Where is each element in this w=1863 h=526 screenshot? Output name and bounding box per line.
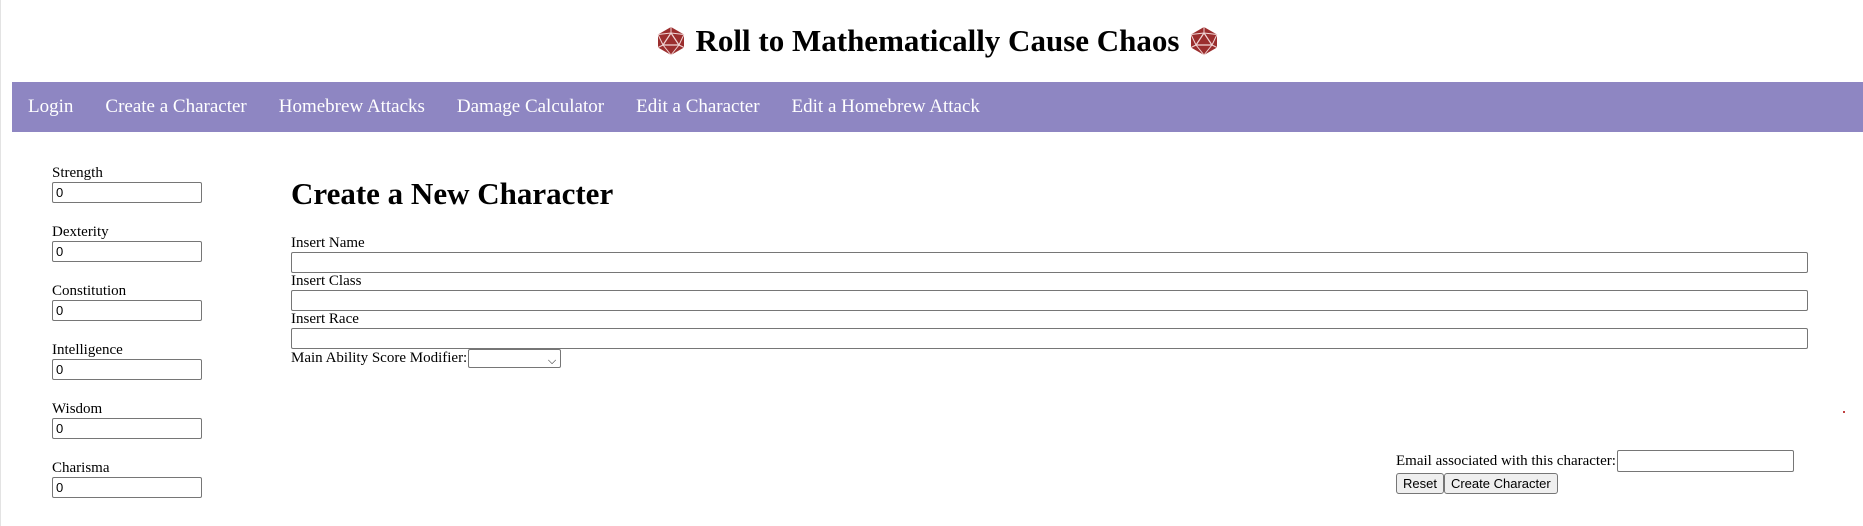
nav-link-damage-calculator[interactable]: Damage Calculator xyxy=(441,96,620,118)
create-character-button[interactable]: Create Character xyxy=(1443,473,1558,494)
stat-intelligence: Intelligence xyxy=(52,342,212,380)
email-label: Email associated with this character: xyxy=(1396,452,1616,469)
stat-label: Wisdom xyxy=(52,401,103,417)
stat-label: Constitution xyxy=(52,283,127,299)
modifier-row: Main Ability Score Modifier: ⌵ xyxy=(291,349,1811,368)
class-label: Insert Class xyxy=(291,273,362,289)
d20-die-icon xyxy=(1191,27,1218,56)
intelligence-input[interactable] xyxy=(52,359,202,380)
email-row: Email associated with this character: xyxy=(1396,450,1808,472)
site-header: Roll to Mathematically Cause Chaos xyxy=(12,0,1863,82)
race-input[interactable] xyxy=(291,328,1808,349)
stat-wisdom: Wisdom xyxy=(52,401,212,439)
stray-mark xyxy=(1843,411,1845,413)
charisma-input[interactable] xyxy=(52,477,202,498)
class-input[interactable] xyxy=(291,290,1808,311)
stat-strength: Strength xyxy=(52,165,212,203)
submit-area: Email associated with this character: Re… xyxy=(1396,450,1808,494)
name-label: Insert Name xyxy=(291,235,365,251)
nav-bar: Login Create a Character Homebrew Attack… xyxy=(12,82,1863,132)
email-input[interactable] xyxy=(1616,450,1794,472)
nav-link-create-character[interactable]: Create a Character xyxy=(89,96,262,118)
create-character-form: Create a New Character Insert Name Inser… xyxy=(291,170,1811,368)
stat-constitution: Constitution xyxy=(52,283,212,321)
site-title-text: Roll to Mathematically Cause Chaos xyxy=(695,23,1180,58)
d20-die-icon xyxy=(657,27,684,56)
stat-label: Intelligence xyxy=(52,342,123,358)
stat-charisma: Charisma xyxy=(52,460,212,498)
chevron-down-icon: ⌵ xyxy=(547,355,557,367)
stat-label: Strength xyxy=(52,165,103,181)
nav-link-edit-homebrew-attack[interactable]: Edit a Homebrew Attack xyxy=(776,96,996,118)
ability-scores-panel: Strength Dexterity Constitution Intellig… xyxy=(52,165,212,519)
modifier-label: Main Ability Score Modifier: xyxy=(291,350,468,366)
nav-link-edit-character[interactable]: Edit a Character xyxy=(620,96,775,118)
stat-label: Dexterity xyxy=(52,224,109,240)
class-field-group: Insert Class xyxy=(291,273,1811,311)
name-field-group: Insert Name xyxy=(291,235,1811,273)
strength-input[interactable] xyxy=(52,182,202,203)
race-field-group: Insert Race xyxy=(291,311,1811,349)
name-input[interactable] xyxy=(291,252,1808,273)
dexterity-input[interactable] xyxy=(52,241,202,262)
constitution-input[interactable] xyxy=(52,300,202,321)
site-title: Roll to Mathematically Cause Chaos xyxy=(656,23,1220,59)
stat-label: Charisma xyxy=(52,460,110,476)
reset-button[interactable]: Reset xyxy=(1396,473,1444,494)
form-buttons: Reset Create Character xyxy=(1396,473,1808,494)
wisdom-input[interactable] xyxy=(52,418,202,439)
race-label: Insert Race xyxy=(291,311,359,327)
nav-link-login[interactable]: Login xyxy=(12,96,89,118)
page-title: Create a New Character xyxy=(291,176,614,211)
nav-link-homebrew-attacks[interactable]: Homebrew Attacks xyxy=(263,96,441,118)
stat-dexterity: Dexterity xyxy=(52,224,212,262)
modifier-select[interactable]: ⌵ xyxy=(468,349,562,368)
